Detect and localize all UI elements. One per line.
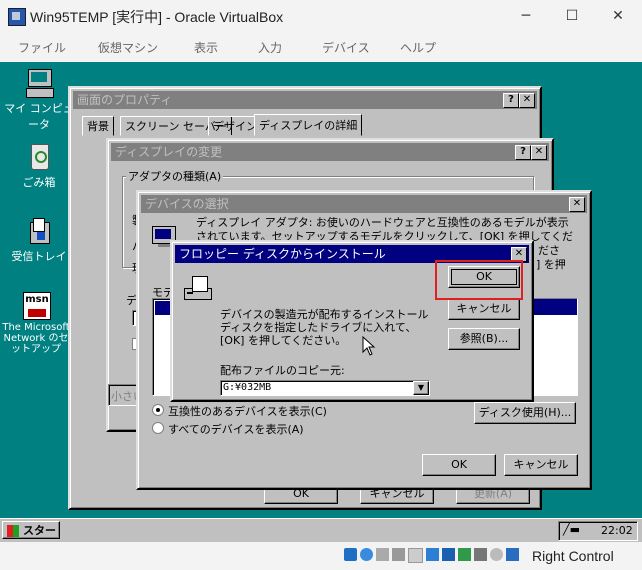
host-window-title: Win95TEMP [実行中] - Oracle VirtualBox — [30, 9, 284, 25]
mouse-cursor-icon — [362, 336, 376, 356]
recording-icon[interactable] — [474, 548, 487, 561]
display-icon[interactable] — [458, 548, 471, 561]
close-icon[interactable]: ✕ — [519, 93, 535, 108]
desc-fragment: ] を押 — [536, 258, 566, 271]
menu-input[interactable]: 入力 — [258, 39, 282, 56]
virtualbox-icon — [8, 8, 26, 26]
have-disk-button[interactable]: ディスク使用(H)... — [474, 402, 576, 424]
close-icon[interactable]: ✕ — [598, 4, 638, 28]
computer-icon — [24, 68, 54, 98]
menu-help[interactable]: ヘルプ — [400, 39, 436, 56]
change-display-titlebar: ディスプレイの変更 ? ✕ — [111, 143, 549, 161]
host-key-label: Right Control — [532, 548, 614, 564]
close-icon[interactable]: ✕ — [569, 197, 585, 212]
install-cancel-button[interactable]: キャンセル — [448, 298, 520, 320]
hard-disk-icon[interactable] — [344, 548, 357, 561]
select-cancel-button[interactable]: キャンセル — [504, 454, 578, 476]
display-properties-title: 画面のプロパティ — [77, 93, 173, 107]
display-properties-titlebar: 画面のプロパティ ? ✕ — [73, 91, 537, 109]
desktop-icon-label: ごみ箱 — [22, 176, 56, 189]
maximize-icon[interactable]: ☐ — [552, 4, 592, 28]
windows-logo-icon — [7, 525, 19, 537]
copy-from-value: G:¥032MB — [223, 382, 272, 393]
tab-background[interactable]: 背景 — [82, 116, 114, 136]
menu-machine[interactable]: 仮想マシン — [98, 39, 158, 56]
host-menu-bar: ファイル 仮想マシン 表示 入力 デバイス ヘルプ — [0, 32, 642, 62]
floppy-icon[interactable] — [376, 548, 389, 561]
optical-drive-icon[interactable] — [360, 548, 373, 561]
select-ok-button[interactable]: OK — [422, 454, 496, 476]
desktop-icon-label: 受信トレイ — [11, 250, 67, 263]
menu-view[interactable]: 表示 — [194, 39, 218, 56]
radio-all-label: すべてのデバイスを表示(A) — [168, 423, 304, 436]
install-from-disk-title: フロッピー ディスクからインストール — [179, 247, 386, 261]
start-button[interactable]: スタート — [2, 521, 60, 539]
desktop-icon-label: The Microsoft Network のセットアップ — [2, 322, 70, 355]
radio-compatible-label: 互換性のあるデバイスを表示(C) — [168, 405, 327, 418]
adapter-group-label: アダプタの種類(A) — [126, 168, 224, 184]
mouse-integration-icon[interactable] — [490, 548, 503, 561]
model-item-icon[interactable] — [155, 301, 171, 315]
radio-compatible[interactable] — [152, 404, 164, 416]
change-display-title: ディスプレイの変更 — [115, 145, 223, 159]
start-label: スタート — [23, 524, 56, 537]
highlight-box — [435, 260, 523, 300]
select-device-titlebar: デバイスの選択 ✕ — [141, 195, 587, 213]
taskbar: スタート ╱▬ 22:02 — [0, 518, 642, 542]
menu-file[interactable]: ファイル — [18, 39, 66, 56]
desktop-icon-recycle-bin[interactable]: ごみ箱 — [4, 142, 74, 190]
inbox-icon — [24, 216, 54, 246]
recycle-bin-icon — [24, 142, 54, 172]
install-browse-button[interactable]: 参照(B)... — [448, 328, 520, 350]
desktop-icon-label: マイ コンピュータ — [4, 102, 74, 131]
chevron-down-icon[interactable]: ▼ — [413, 381, 429, 395]
display-settings-tray-icon[interactable]: ╱▬ — [563, 523, 580, 536]
clock: 22:02 — [601, 524, 633, 537]
status-icons — [344, 548, 524, 564]
close-icon[interactable]: ✕ — [531, 145, 547, 160]
desktop-icon-msn-setup[interactable]: msn The Microsoft Network のセットアップ — [0, 290, 72, 355]
copy-from-combo[interactable]: G:¥032MB ▼ — [220, 380, 430, 396]
shared-folders-icon[interactable] — [442, 548, 455, 561]
copy-from-label: 配布ファイルのコピー元: — [220, 364, 345, 377]
help-icon[interactable]: ? — [503, 93, 519, 108]
host-title-bar: Win95TEMP [実行中] - Oracle VirtualBox ─ ☐ … — [0, 0, 642, 32]
floppy-drive-icon — [184, 274, 212, 302]
desktop-icon-inbox[interactable]: 受信トレイ — [4, 216, 74, 264]
select-device-title: デバイスの選択 — [145, 197, 229, 211]
system-tray: ╱▬ 22:02 — [558, 521, 638, 541]
guest-screen[interactable]: マイ コンピュータ ごみ箱 受信トレイ msn The Microsoft Ne… — [0, 62, 642, 542]
host-status-bar: Right Control — [0, 542, 642, 570]
minimize-icon[interactable]: ─ — [506, 4, 546, 28]
install-message: デバイスの製造元が配布するインストール ディスクを指定したドライブに入れて、[O… — [220, 308, 429, 347]
audio-icon[interactable] — [392, 548, 405, 561]
msn-icon: msn — [21, 290, 51, 320]
usb-icon[interactable] — [426, 548, 439, 561]
help-icon[interactable]: ? — [515, 145, 531, 160]
radio-all[interactable] — [152, 422, 164, 434]
network-icon[interactable] — [408, 548, 423, 563]
keyboard-icon[interactable] — [506, 548, 519, 561]
desktop-icon-my-computer[interactable]: マイ コンピュータ — [4, 68, 74, 132]
tab-display-settings[interactable]: ディスプレイの詳細 — [254, 114, 363, 136]
menu-devices[interactable]: デバイス — [322, 39, 370, 56]
